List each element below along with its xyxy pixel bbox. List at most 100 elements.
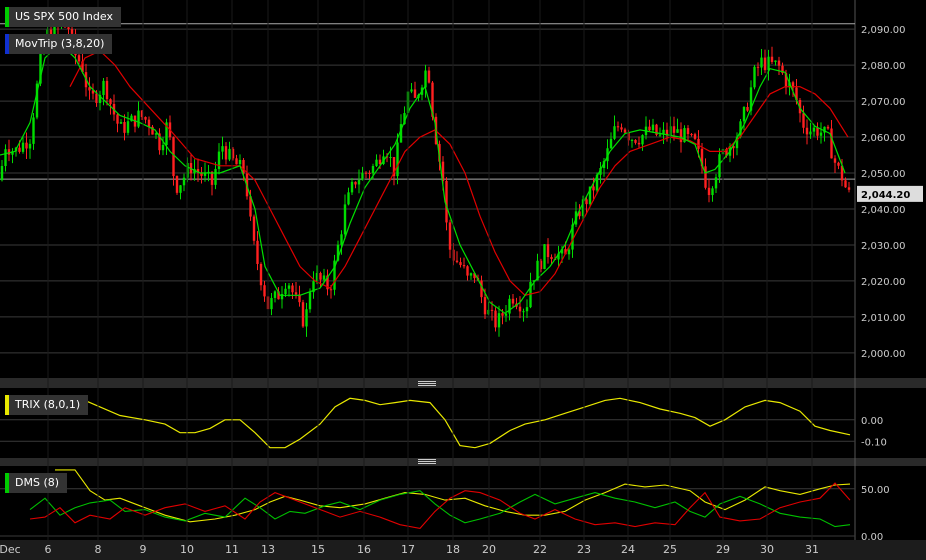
candle-body xyxy=(676,129,679,133)
ma-series-label[interactable]: MovTrip (3,8,20) xyxy=(5,34,113,54)
candle-body xyxy=(340,234,343,245)
price-tick-label: 2,070.00 xyxy=(861,97,906,108)
trix-series-label[interactable]: TRIX (8,0,1) xyxy=(5,395,89,415)
candle-body xyxy=(756,66,760,68)
dms-label-text: DMS (8) xyxy=(15,476,60,489)
candle-body xyxy=(95,93,98,103)
candle-body xyxy=(546,244,550,258)
trix-tick-label: -0.10 xyxy=(861,437,887,448)
x-tick-label: 30 xyxy=(760,543,774,556)
candle-body xyxy=(623,129,627,133)
candle-body xyxy=(364,172,368,174)
candle-body xyxy=(613,126,616,139)
candle-body xyxy=(32,117,35,144)
candle-body xyxy=(322,275,326,280)
candle-body xyxy=(630,139,634,141)
candle-body xyxy=(28,143,32,149)
candle-body xyxy=(242,159,245,174)
candle-body xyxy=(826,126,830,129)
candle-body xyxy=(137,110,140,127)
candle-body xyxy=(228,148,231,160)
x-tick-label: 31 xyxy=(805,543,819,556)
candle-body xyxy=(763,57,767,71)
candle-body xyxy=(284,288,287,294)
ma-fast-line xyxy=(0,42,846,315)
candle-body xyxy=(455,260,459,263)
x-tick-label: 17 xyxy=(401,543,415,556)
candle-body xyxy=(697,138,700,149)
x-tick-label: 13 xyxy=(261,543,275,556)
trix-tick-label: 0.00 xyxy=(861,416,883,427)
candle-body xyxy=(816,127,819,136)
candle-body xyxy=(144,117,147,120)
candle-body xyxy=(179,185,182,193)
candle-body xyxy=(686,128,690,135)
candle-body xyxy=(525,307,529,312)
candle-body xyxy=(221,146,224,152)
candle-body xyxy=(350,181,354,193)
x-tick-label: 10 xyxy=(180,543,194,556)
candle-body xyxy=(182,177,186,186)
candle-body xyxy=(490,309,494,311)
candle-body xyxy=(123,122,126,133)
candle-body xyxy=(609,138,613,149)
price-tick-label: 2,020.00 xyxy=(861,277,906,288)
candle-body xyxy=(0,165,4,181)
candle-body xyxy=(252,216,256,241)
dms-tick-label: 0.00 xyxy=(861,532,883,543)
candle-body xyxy=(270,297,273,310)
candle-body xyxy=(427,70,431,83)
candle-body xyxy=(550,257,553,259)
x-tick-label: 18 xyxy=(446,543,460,556)
x-tick-label: 9 xyxy=(140,543,147,556)
candle-body xyxy=(301,302,305,327)
candle-body xyxy=(837,162,840,166)
candle-body xyxy=(109,99,112,104)
price-panel-resize-handle[interactable] xyxy=(418,381,436,387)
candle-body xyxy=(126,121,130,133)
trix-panel-resize-handle[interactable] xyxy=(418,459,436,465)
x-tick-label: 25 xyxy=(663,543,677,556)
candle-body xyxy=(518,306,522,312)
candle-body xyxy=(497,313,501,328)
candle-body xyxy=(291,285,294,293)
candle-body xyxy=(147,119,151,127)
candle-body xyxy=(592,186,595,191)
candle-body xyxy=(445,180,448,223)
price-series-label[interactable]: US SPX 500 Index xyxy=(5,7,121,27)
x-tick-label: 11 xyxy=(225,543,239,556)
candle-body xyxy=(105,80,109,100)
candle-body xyxy=(672,126,676,133)
candle-body xyxy=(753,66,756,88)
dms-series-label[interactable]: DMS (8) xyxy=(5,473,68,493)
candle-body xyxy=(319,272,322,280)
candle-body xyxy=(329,289,333,291)
candle-body xyxy=(18,147,21,152)
candle-body xyxy=(543,244,546,270)
candle-body xyxy=(774,60,777,62)
candle-body xyxy=(294,292,298,295)
candle-body xyxy=(161,144,165,151)
candle-body xyxy=(119,122,123,124)
candle-body xyxy=(469,273,473,276)
candle-body xyxy=(742,106,746,122)
candle-body xyxy=(812,127,816,132)
candle-body xyxy=(620,127,623,130)
x-tick-label: 20 xyxy=(482,543,496,556)
candle-body xyxy=(368,172,371,174)
x-tick-label: 23 xyxy=(577,543,591,556)
candle-body xyxy=(637,142,641,145)
price-tick-label: 2,080.00 xyxy=(861,61,906,72)
candle-body xyxy=(4,149,7,166)
candle-body xyxy=(466,266,469,276)
candle-body xyxy=(371,166,375,174)
candle-body xyxy=(287,285,291,289)
candle-body xyxy=(770,56,774,62)
candle-body xyxy=(462,265,466,267)
candle-body xyxy=(693,134,697,139)
candle-body xyxy=(259,263,263,286)
candle-body xyxy=(235,158,238,165)
candle-body xyxy=(616,126,620,128)
candle-body xyxy=(494,310,497,328)
candle-body xyxy=(308,292,312,310)
